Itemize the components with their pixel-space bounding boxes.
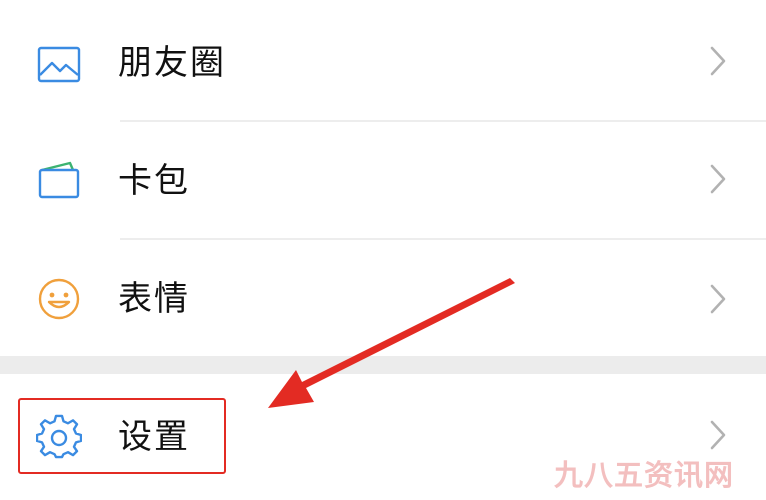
settings-menu-screen: 朋友圈 卡包 表情 设置 九八五资讯网 [0, 0, 766, 500]
watermark-text: 九八五资讯网 [554, 458, 735, 492]
annotation-arrow [268, 278, 515, 408]
